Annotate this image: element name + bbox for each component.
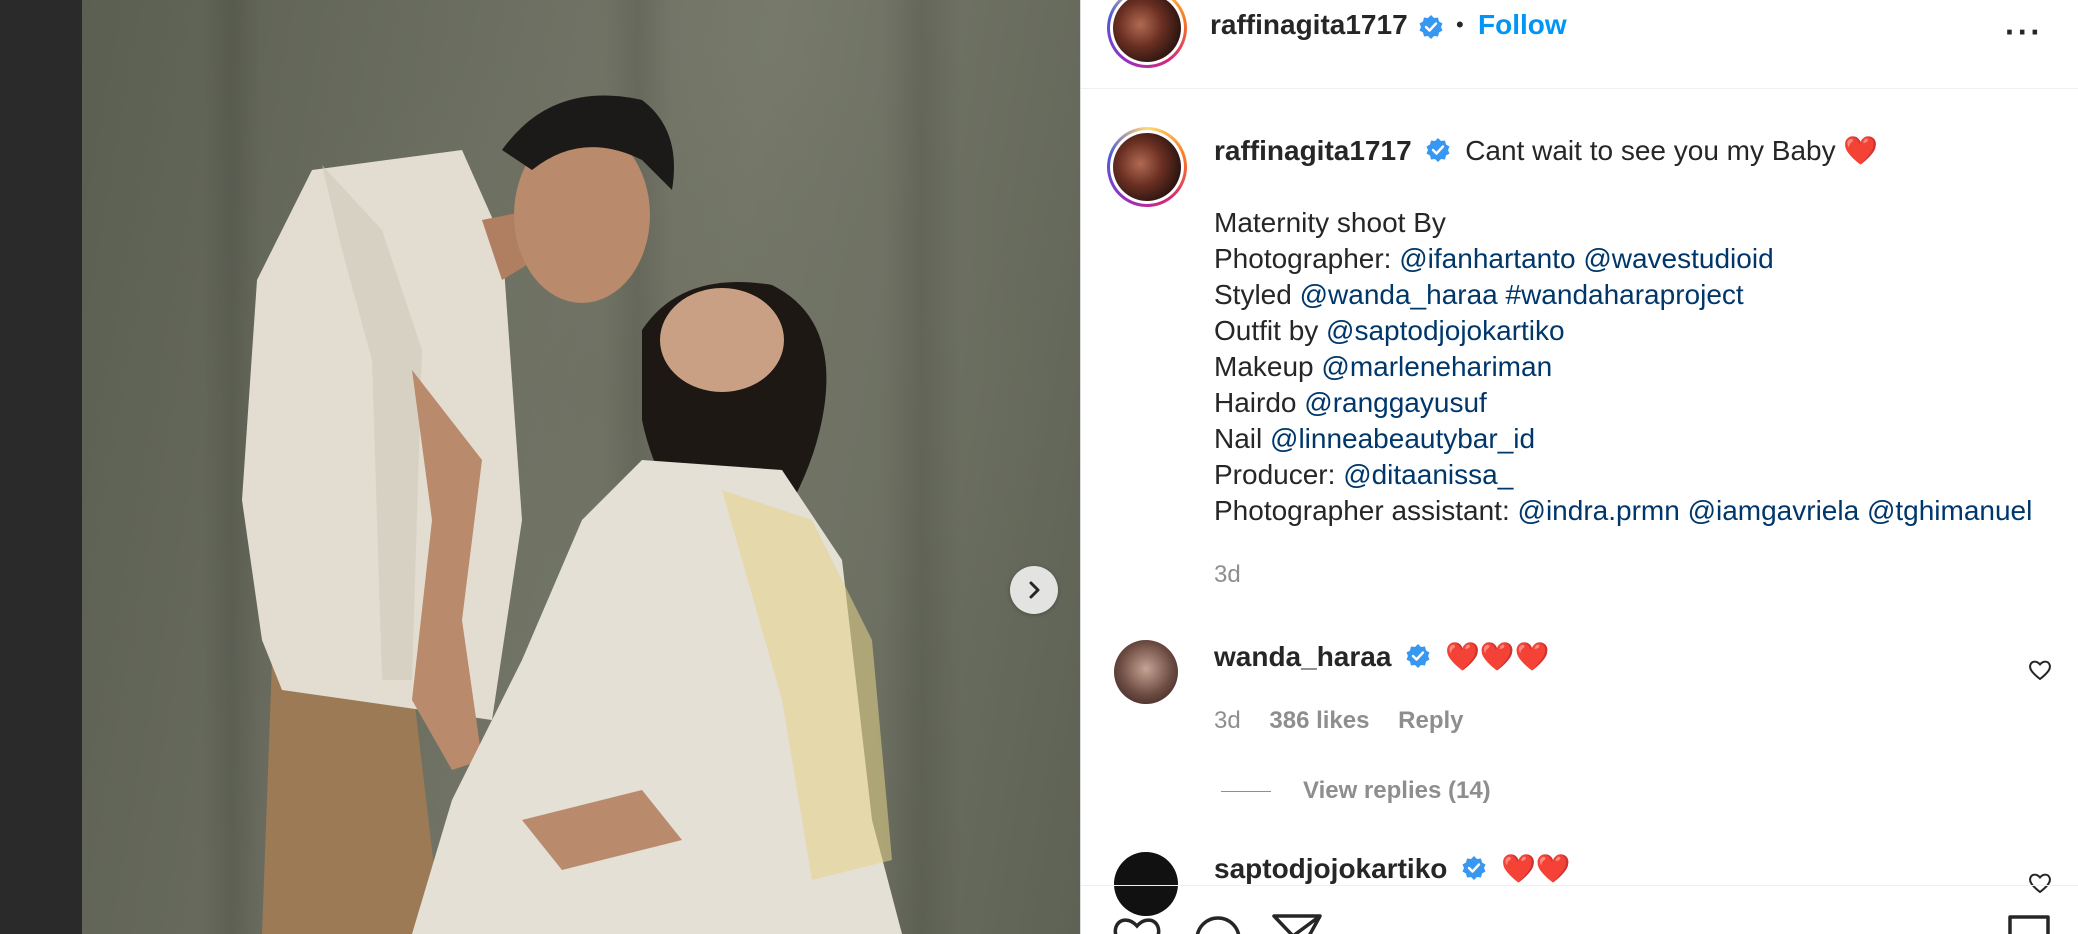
verified-badge-icon — [1426, 138, 1450, 162]
caption-line: Outfit by @saptodjojokartiko — [1214, 313, 2074, 349]
verified-badge-icon — [1462, 856, 1486, 880]
comment: wanda_haraa ❤️❤️❤️ — [1214, 640, 1550, 673]
share-icon[interactable] — [1271, 912, 1323, 934]
comment-meta: 3d 386 likes Reply — [1214, 707, 1486, 735]
caption-line: Maternity shoot By — [1214, 205, 2074, 241]
comment-icon[interactable] — [1193, 914, 1243, 934]
caption-mention-link[interactable]: @wanda_haraa #wandaharaproject — [1300, 279, 1744, 310]
caption-line-label: Photographer: — [1214, 243, 1392, 274]
follow-button[interactable]: Follow — [1478, 9, 1567, 41]
caption-line: Photographer assistant: @indra.prmn @iam… — [1214, 493, 2074, 529]
like-heart-icon[interactable] — [1111, 914, 1163, 934]
caption-line-label: Photographer assistant: — [1214, 495, 1510, 526]
caption-mention-link[interactable]: @marlenehariman — [1321, 351, 1552, 382]
caption-mention-link[interactable]: @linneabeautybar_id — [1270, 423, 1535, 454]
comment-username[interactable]: saptodjojokartiko — [1214, 853, 1447, 884]
verified-badge-icon — [1406, 644, 1430, 668]
caption-line: Makeup @marlenehariman — [1214, 349, 2074, 385]
caption-line: Nail @linneabeautybar_id — [1214, 421, 2074, 457]
comment-text: ❤️❤️ — [1500, 853, 1571, 884]
view-replies-button[interactable]: View replies (14) — [1221, 777, 1491, 805]
caption-line: Hairdo @ranggayusuf — [1214, 385, 2074, 421]
save-icon[interactable] — [2007, 914, 2051, 934]
caption-line-label: Styled — [1214, 279, 1292, 310]
comment-likes[interactable]: 386 likes — [1269, 707, 1369, 734]
caption-avatar[interactable] — [1107, 127, 1187, 207]
caption-line: Producer: @ditaanissa_ — [1214, 457, 2074, 493]
caption-line-label: Maternity shoot By — [1214, 207, 1446, 238]
caption-mention-link[interactable]: @ranggayusuf — [1304, 387, 1487, 418]
header-separator: • — [1456, 12, 1464, 37]
view-replies-label: View replies (14) — [1303, 777, 1491, 804]
post-photo[interactable] — [82, 0, 1080, 934]
caption-mention-link[interactable]: @indra.prmn @iamgavriela @tghimanuel — [1518, 495, 2033, 526]
heart-outline-icon[interactable] — [2027, 657, 2053, 683]
caption-first-line: raffinagita1717 Cant wait to see you my … — [1214, 133, 2074, 169]
caption-line-label: Nail — [1214, 423, 1263, 454]
more-options-icon[interactable]: ··· — [2005, 14, 2043, 51]
post-caption: raffinagita1717 Cant wait to see you my … — [1214, 133, 2074, 529]
comment-timestamp[interactable]: 3d — [1214, 707, 1241, 734]
caption-username[interactable]: raffinagita1717 — [1214, 135, 1412, 166]
next-photo-button[interactable] — [1010, 566, 1058, 614]
woman-face-shape — [660, 288, 784, 392]
chevron-right-icon — [1029, 581, 1040, 599]
post-header: raffinagita1717 • Follow ··· — [1081, 0, 2078, 89]
caption-mention-link[interactable]: @ditaanissa_ — [1343, 459, 1513, 490]
caption-line: Photographer: @ifanhartanto @wavestudioi… — [1214, 241, 2074, 277]
post-side-panel: raffinagita1717 • Follow ··· raffinagita… — [1080, 0, 2078, 934]
caption-line-label: Makeup — [1214, 351, 1314, 382]
caption-mention-link[interactable]: @saptodjojokartiko — [1326, 315, 1565, 346]
caption-line-label: Hairdo — [1214, 387, 1297, 418]
page-backdrop — [0, 0, 82, 934]
reply-button[interactable]: Reply — [1398, 707, 1463, 734]
caption-line-label: Outfit by — [1214, 315, 1319, 346]
caption-heart-emoji: ❤️ — [1843, 135, 1879, 166]
couple-illustration — [242, 95, 902, 934]
comment-username[interactable]: wanda_haraa — [1214, 641, 1391, 672]
caption-line: Styled @wanda_haraa #wandaharaproject — [1214, 277, 2074, 313]
caption-mention-link[interactable]: @ifanhartanto @wavestudioid — [1399, 243, 1773, 274]
author-avatar[interactable] — [1107, 0, 1187, 68]
header-username[interactable]: raffinagita1717 — [1210, 9, 1408, 41]
comment-text: ❤️❤️❤️ — [1444, 641, 1550, 672]
caption-timestamp[interactable]: 3d — [1214, 561, 1241, 589]
replies-divider — [1221, 791, 1271, 793]
caption-text: Cant wait to see you my Baby — [1465, 135, 1836, 166]
caption-line-label: Producer: — [1214, 459, 1336, 490]
commenter-avatar[interactable] — [1114, 640, 1178, 704]
post-action-bar — [1081, 885, 2078, 934]
comment: saptodjojokartiko ❤️❤️ — [1214, 852, 1571, 885]
verified-badge-icon — [1419, 15, 1443, 39]
